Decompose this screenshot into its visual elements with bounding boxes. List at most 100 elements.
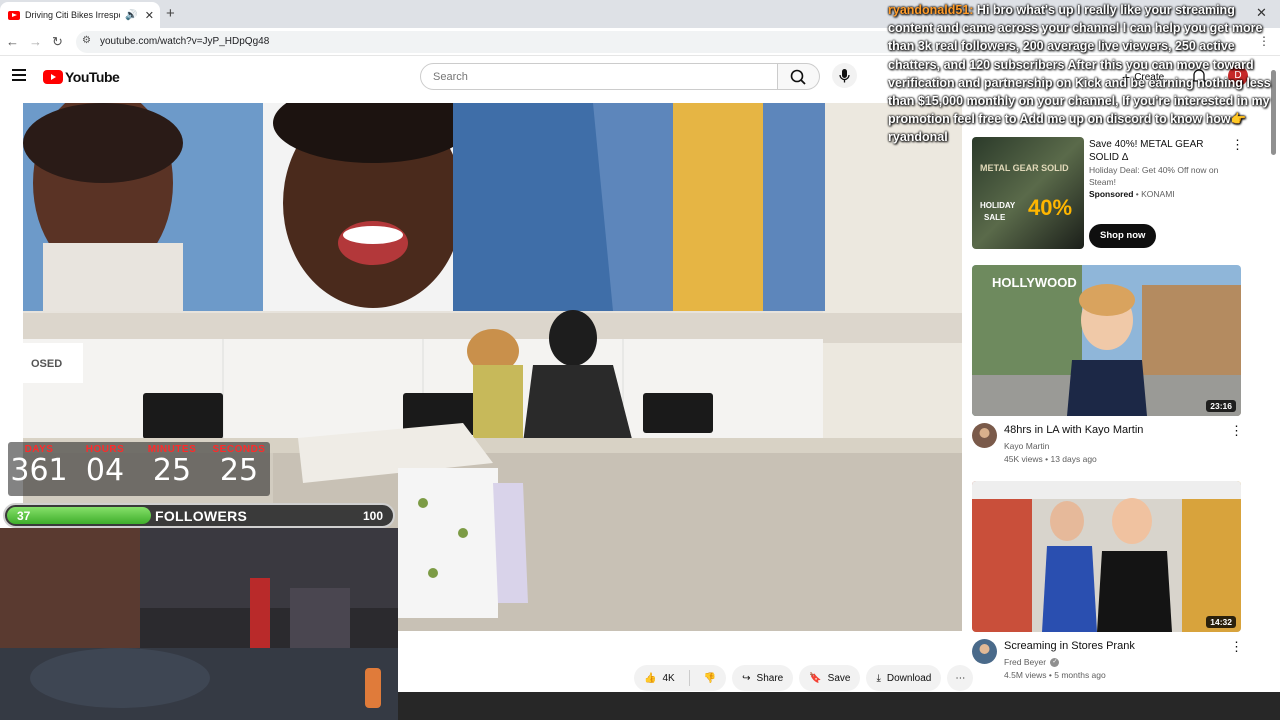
video-more-options-icon[interactable]: ⋮ <box>1230 639 1243 655</box>
download-button[interactable]: ⤓ Download <box>866 665 942 691</box>
channel-avatar-image <box>972 639 997 664</box>
search-box <box>420 63 778 90</box>
follower-goal-bar: 37 FOLLOWERS 100 <box>3 503 395 528</box>
countdown-seconds: SECONDS 25 <box>208 444 270 487</box>
speaker-icon[interactable]: 🔊 <box>125 10 137 21</box>
view-count: 4.5M views <box>1004 670 1047 680</box>
video-thumbnail[interactable]: 14:32 <box>972 481 1241 632</box>
more-horizontal-icon: ⋯ <box>955 672 966 684</box>
thumbs-down-icon: 👎 <box>703 672 717 684</box>
search-button[interactable] <box>778 63 820 90</box>
ad-sponsored-label: Sponsored <box>1089 189 1134 199</box>
video-duration: 14:32 <box>1206 616 1236 628</box>
webcam-feed <box>0 528 398 720</box>
more-actions-button[interactable]: ⋯ <box>947 665 974 691</box>
video-more-options-icon[interactable]: ⋮ <box>1230 423 1243 439</box>
reload-icon[interactable]: ↻ <box>52 34 63 50</box>
download-icon: ⤓ <box>876 672 881 684</box>
screen: Driving Citi Bikes Irresponsi 🔊 ✕ + ✕ ← … <box>0 0 1280 720</box>
download-label: Download <box>886 672 932 684</box>
shop-now-button[interactable]: Shop now <box>1089 224 1157 248</box>
like-button[interactable]: 👍 4K <box>634 665 683 691</box>
thumbnail-image: HOLLYWOOD <box>972 265 1241 416</box>
video-title[interactable]: 48hrs in LA with Kayo Martin <box>1004 424 1143 436</box>
video-title[interactable]: Screaming in Stores Prank <box>1004 640 1135 652</box>
back-icon[interactable]: ← <box>6 34 19 49</box>
countdown-hours-value: 04 <box>85 453 125 488</box>
thumbnail-image <box>972 481 1241 632</box>
thumbnail-caption: HOLLYWOOD <box>992 275 1077 290</box>
ad-advertiser: KONAMI <box>1141 189 1175 199</box>
follower-goal-count: 100 <box>362 509 383 523</box>
share-button[interactable]: ↪ Share <box>732 665 794 691</box>
search-input[interactable] <box>421 64 751 89</box>
countdown-hours: HOURS 04 <box>74 444 136 487</box>
page-scrollbar[interactable] <box>1269 62 1277 692</box>
save-label: Save <box>827 672 851 684</box>
ad-thumb-percent: 40% <box>1028 195 1073 220</box>
save-button[interactable]: 🔖 Save <box>799 665 861 691</box>
channel-name[interactable]: Kayo Martin <box>1004 441 1049 451</box>
youtube-logo[interactable]: YouTube <box>43 69 120 85</box>
countdown-days: DAYS 361 <box>8 444 70 487</box>
recommended-video-2[interactable]: 14:32 Screaming in Stores Prank Fred Bey… <box>972 481 1243 686</box>
video-duration: 23:16 <box>1206 400 1236 412</box>
countdown-timer: DAYS 361 HOURS 04 MINUTES 25 SECONDS 25 <box>8 442 270 496</box>
youtube-play-icon <box>43 70 63 84</box>
url-text: youtube.com/watch?v=JyP_HDpQg48 <box>100 36 270 47</box>
countdown-minutes: MINUTES 25 <box>141 444 203 487</box>
store-sign-text: OSED <box>31 358 62 370</box>
ad-description: Holiday Deal: Get 40% Off now on Steam! <box>1089 165 1219 187</box>
ad-thumb-holiday: HOLIDAY <box>980 201 1016 210</box>
stream-chat-message: ryandonald51: Hi bro what's up I really … <box>888 1 1278 147</box>
channel-name[interactable]: Fred Beyer <box>1004 657 1046 667</box>
channel-avatar[interactable] <box>972 639 997 664</box>
video-stats: 4.5M views • 5 months ago <box>1004 670 1106 680</box>
share-icon: ↪ <box>742 672 751 684</box>
dislike-button[interactable]: 👎 <box>696 665 726 691</box>
video-stats: 45K views • 13 days ago <box>1004 454 1097 464</box>
sponsored-ad-card[interactable]: METAL GEAR SOLID HOLIDAY SALE 40% Save 4… <box>972 137 1244 249</box>
ad-thumbnail[interactable]: METAL GEAR SOLID HOLIDAY SALE 40% <box>972 137 1084 249</box>
share-label: Share <box>756 672 784 684</box>
tab-title: Driving Citi Bikes Irresponsi <box>25 10 120 20</box>
microphone-icon <box>839 69 850 83</box>
countdown-seconds-value: 25 <box>219 453 259 488</box>
browser-tab[interactable]: Driving Citi Bikes Irresponsi 🔊 ✕ <box>0 2 160 28</box>
voice-search-button[interactable] <box>832 63 857 88</box>
upload-age: 5 months ago <box>1054 670 1106 680</box>
countdown-days-value: 361 <box>10 453 68 488</box>
view-count: 45K views <box>1004 454 1043 464</box>
ad-thumb-sale: SALE <box>984 213 1006 222</box>
youtube-wordmark: YouTube <box>65 69 120 85</box>
bottom-dark-strip <box>398 692 1280 720</box>
forward-icon[interactable]: → <box>29 34 42 49</box>
follower-current-count: 37 <box>17 509 31 523</box>
like-dislike-group: 👍 4K 👎 <box>634 665 727 691</box>
search-icon <box>790 69 806 85</box>
channel-avatar[interactable] <box>972 423 997 448</box>
follower-goal-label: FOLLOWERS <box>155 508 248 524</box>
channel-avatar-image <box>972 423 997 448</box>
close-tab-icon[interactable]: ✕ <box>145 9 154 22</box>
like-divider <box>688 670 690 686</box>
youtube-favicon-icon <box>8 10 20 20</box>
like-count: 4K <box>662 672 675 684</box>
thumbs-up-icon: 👍 <box>644 672 657 684</box>
channel-name-row: Fred Beyer ✓ <box>1004 657 1060 668</box>
site-info-icon[interactable]: ⚙ <box>82 35 91 46</box>
recommended-video-1[interactable]: HOLLYWOOD 23:16 48hrs in LA with Kayo Ma… <box>972 265 1243 465</box>
ad-meta: Sponsored • KONAMI <box>1089 189 1175 199</box>
ad-thumb-title: METAL GEAR SOLID <box>980 163 1069 173</box>
streamer-webcam <box>0 528 398 720</box>
verified-check-icon: ✓ <box>1050 658 1060 668</box>
menu-icon[interactable] <box>12 69 26 81</box>
countdown-minutes-value: 25 <box>152 453 192 488</box>
video-actions: 👍 4K 👎 ↪ Share 🔖 Save ⤓ Download ⋯ <box>634 665 974 691</box>
chat-text: Hi bro what's up I really like your stre… <box>888 3 1271 145</box>
new-tab-icon[interactable]: + <box>166 5 175 22</box>
bookmark-icon: 🔖 <box>809 672 822 684</box>
chat-username: ryandonald51: <box>888 3 974 17</box>
upload-age: 13 days ago <box>1050 454 1097 464</box>
video-thumbnail[interactable]: HOLLYWOOD 23:16 <box>972 265 1241 416</box>
